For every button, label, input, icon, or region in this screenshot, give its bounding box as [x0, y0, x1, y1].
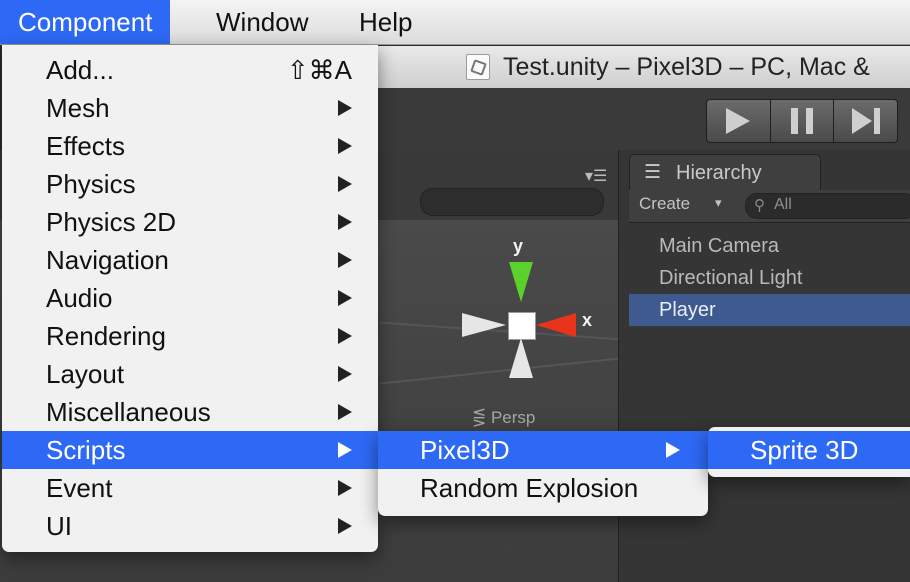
hierarchy-item-label: Main Camera: [659, 235, 780, 257]
pixel3d-submenu: Sprite 3D: [708, 427, 910, 477]
menubar-item-help[interactable]: Help: [341, 0, 430, 44]
grid-line: [380, 357, 620, 385]
window-titlebar: Test.unity – Pixel3D – PC, Mac &: [378, 46, 910, 89]
projection-label[interactable]: ⋚ Persp: [472, 408, 535, 428]
menubar: Component Window Help: [0, 0, 910, 45]
menu-item-label: Add...: [46, 55, 114, 85]
menu-item-add[interactable]: Add... ⇧⌘A: [2, 51, 378, 89]
hierarchy-item[interactable]: Directional Light: [629, 262, 910, 294]
submenu-arrow-icon: [338, 442, 352, 458]
menu-item-label: Layout: [46, 359, 125, 389]
gizmo-x-axis-cone[interactable]: [536, 313, 576, 337]
menu-item-scripts[interactable]: Scripts: [2, 431, 378, 469]
menu-item-pixel3d[interactable]: Pixel3D: [378, 431, 708, 469]
menu-item-effects[interactable]: Effects: [2, 127, 378, 165]
submenu-arrow-icon: [338, 100, 352, 116]
menu-item-navigation[interactable]: Navigation: [2, 241, 378, 279]
menu-item-audio[interactable]: Audio: [2, 279, 378, 317]
menubar-item-window[interactable]: Window: [198, 0, 326, 44]
submenu-arrow-icon: [338, 328, 352, 344]
pause-icon: [791, 108, 813, 134]
menu-item-label: Sprite 3D: [750, 435, 859, 465]
menu-item-label: Pixel3D: [420, 435, 510, 465]
submenu-arrow-icon: [666, 442, 680, 458]
submenu-arrow-icon: [338, 480, 352, 496]
submenu-arrow-icon: [338, 518, 352, 534]
step-button[interactable]: [834, 100, 897, 142]
step-icon: [851, 108, 880, 134]
submenu-arrow-icon: [338, 252, 352, 268]
submenu-arrow-icon: [338, 366, 352, 382]
chevron-down-icon[interactable]: ▾: [715, 195, 722, 211]
panel-menu-icon[interactable]: ▾☰: [585, 166, 607, 186]
menu-item-mesh[interactable]: Mesh: [2, 89, 378, 127]
list-icon: ☰: [644, 162, 662, 183]
menu-item-physics[interactable]: Physics: [2, 165, 378, 203]
submenu-arrow-icon: [338, 138, 352, 154]
hierarchy-item-label: Player: [659, 299, 716, 321]
menu-item-label: Rendering: [46, 321, 166, 351]
scripts-submenu: Pixel3D Random Explosion: [378, 431, 708, 516]
menu-item-miscellaneous[interactable]: Miscellaneous: [2, 393, 378, 431]
gizmo-negative-x-cone[interactable]: [462, 313, 506, 337]
menu-item-label: Mesh: [46, 93, 110, 123]
tab-hierarchy[interactable]: ☰ Hierarchy: [629, 154, 821, 191]
gizmo-y-label: y: [513, 236, 524, 256]
hierarchy-search[interactable]: ⚲: [745, 193, 910, 219]
window-title: Test.unity – Pixel3D – PC, Mac &: [503, 53, 870, 81]
menu-item-label: UI: [46, 511, 72, 541]
hierarchy-item[interactable]: Player: [629, 294, 910, 326]
pause-button[interactable]: [771, 100, 835, 142]
menu-item-label: Miscellaneous: [46, 397, 211, 427]
search-icon: ⚲: [754, 197, 765, 214]
menu-item-event[interactable]: Event: [2, 469, 378, 507]
hierarchy-item[interactable]: Main Camera: [629, 230, 910, 262]
submenu-arrow-icon: [338, 176, 352, 192]
hierarchy-panel: ☰ Hierarchy Create ▾ ⚲ Main Camera Direc…: [618, 150, 910, 582]
menubar-item-component[interactable]: Component: [0, 0, 171, 44]
menu-item-label: Physics: [46, 169, 136, 199]
menu-item-label: Random Explosion: [420, 473, 639, 503]
menu-item-random-explosion[interactable]: Random Explosion: [378, 469, 708, 507]
hierarchy-search-input[interactable]: [774, 195, 904, 215]
component-menu: Add... ⇧⌘A Mesh Effects Physics Physics …: [2, 45, 378, 552]
gizmo-negative-y-cone[interactable]: [509, 338, 533, 378]
menu-item-layout[interactable]: Layout: [2, 355, 378, 393]
scene-search-field[interactable]: [420, 188, 604, 216]
hierarchy-toolbar: Create ▾ ⚲: [629, 190, 910, 223]
gizmo-y-axis-cone[interactable]: [509, 262, 533, 302]
menu-item-rendering[interactable]: Rendering: [2, 317, 378, 355]
unity-document-icon: [466, 54, 490, 80]
playback-controls: [706, 99, 898, 143]
shortcut-label: ⇧⌘A: [286, 55, 352, 85]
menu-item-label: Effects: [46, 131, 126, 161]
submenu-arrow-icon: [338, 214, 352, 230]
play-button[interactable]: [707, 100, 771, 142]
gizmo-center-cube[interactable]: [508, 312, 536, 340]
submenu-arrow-icon: [338, 290, 352, 306]
gizmo-x-label: x: [582, 310, 593, 330]
menu-item-label: Audio: [46, 283, 113, 313]
create-button[interactable]: Create: [639, 194, 690, 214]
menu-item-sprite-3d[interactable]: Sprite 3D: [708, 431, 910, 469]
menu-item-label: Navigation: [46, 245, 169, 275]
menu-item-physics-2d[interactable]: Physics 2D: [2, 203, 378, 241]
toolbar: [378, 88, 910, 150]
submenu-arrow-icon: [338, 404, 352, 420]
tab-label: Hierarchy: [676, 162, 762, 184]
menu-item-label: Physics 2D: [46, 207, 177, 237]
menu-item-label: Scripts: [46, 435, 126, 465]
play-icon: [726, 108, 751, 134]
hierarchy-item-label: Directional Light: [659, 267, 803, 289]
menu-item-label: Event: [46, 473, 113, 503]
menu-item-ui[interactable]: UI: [2, 507, 378, 545]
